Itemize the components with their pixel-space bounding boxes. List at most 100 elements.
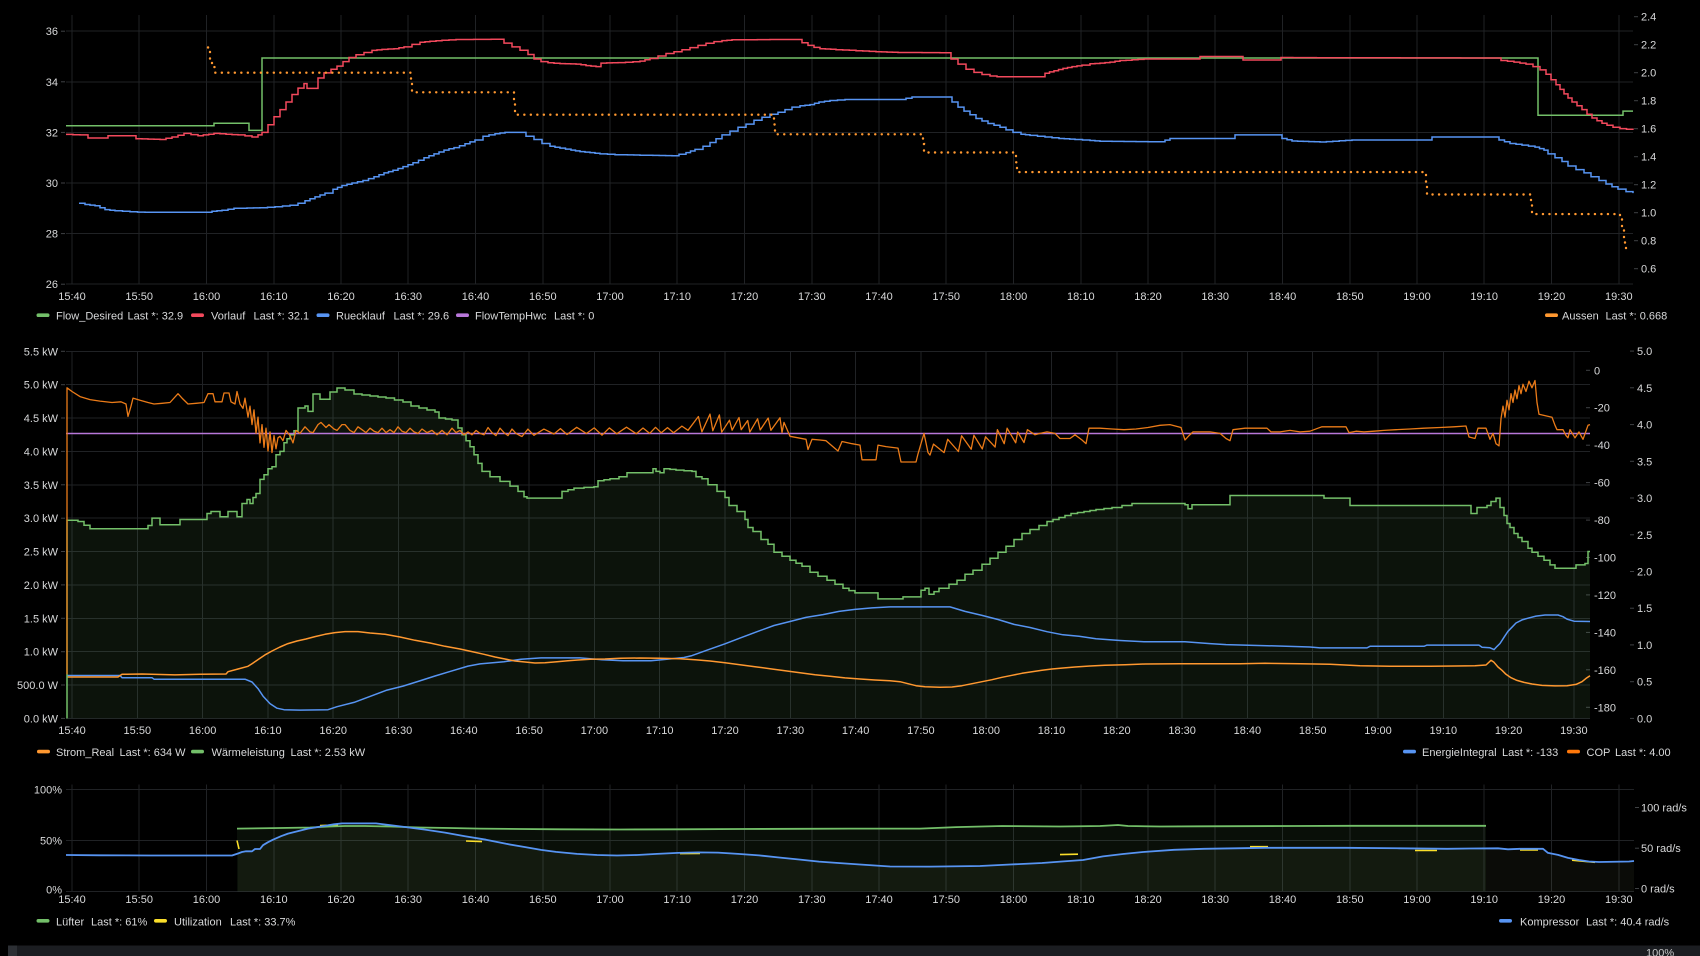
- svg-text:Last *: 32.1: Last *: 32.1: [254, 311, 310, 323]
- svg-text:17:10: 17:10: [663, 894, 691, 906]
- svg-text:18:50: 18:50: [1299, 725, 1327, 737]
- svg-text:Last *: 0: Last *: 0: [554, 311, 594, 323]
- svg-text:18:20: 18:20: [1134, 894, 1162, 906]
- svg-text:Last *: 0.668: Last *: 0.668: [1606, 311, 1668, 323]
- svg-text:1.0: 1.0: [1637, 640, 1652, 652]
- svg-text:28: 28: [46, 229, 58, 241]
- svg-text:16:20: 16:20: [327, 894, 355, 906]
- svg-text:30: 30: [46, 178, 58, 190]
- svg-text:EnergieIntegral: EnergieIntegral: [1422, 747, 1497, 759]
- svg-text:18:30: 18:30: [1168, 725, 1196, 737]
- svg-text:1.8: 1.8: [1641, 96, 1656, 108]
- svg-text:Last *: -133: Last *: -133: [1502, 747, 1558, 759]
- svg-text:17:50: 17:50: [907, 725, 935, 737]
- svg-text:16:30: 16:30: [385, 725, 413, 737]
- svg-text:3.0 kW: 3.0 kW: [24, 513, 59, 525]
- svg-text:1.6: 1.6: [1641, 124, 1656, 136]
- svg-text:18:30: 18:30: [1201, 894, 1229, 906]
- svg-text:32: 32: [46, 127, 58, 139]
- svg-text:4.0: 4.0: [1637, 420, 1652, 432]
- svg-text:19:00: 19:00: [1403, 291, 1431, 303]
- svg-text:19:20: 19:20: [1538, 291, 1566, 303]
- svg-text:17:30: 17:30: [798, 894, 826, 906]
- svg-text:Last *: 32.9: Last *: 32.9: [128, 311, 184, 323]
- svg-text:2.2: 2.2: [1641, 40, 1656, 52]
- svg-text:Last *: 33.7%: Last *: 33.7%: [230, 917, 296, 929]
- svg-text:15:40: 15:40: [58, 894, 86, 906]
- svg-text:18:10: 18:10: [1038, 725, 1066, 737]
- svg-text:16:00: 16:00: [193, 291, 221, 303]
- svg-text:4.0 kW: 4.0 kW: [24, 446, 59, 458]
- svg-text:100 rad/s: 100 rad/s: [1641, 803, 1687, 815]
- svg-text:Last *: 634 W: Last *: 634 W: [120, 747, 187, 759]
- svg-text:3.5 kW: 3.5 kW: [24, 480, 59, 492]
- svg-text:19:30: 19:30: [1560, 725, 1588, 737]
- svg-text:Vorlauf: Vorlauf: [211, 311, 246, 323]
- svg-text:17:20: 17:20: [731, 291, 759, 303]
- svg-text:0.8: 0.8: [1641, 236, 1656, 248]
- svg-text:5.0: 5.0: [1637, 346, 1652, 358]
- svg-text:1.2: 1.2: [1641, 180, 1656, 192]
- svg-text:0: 0: [1594, 365, 1600, 377]
- svg-text:34: 34: [46, 77, 58, 89]
- svg-text:17:40: 17:40: [865, 291, 893, 303]
- svg-text:17:10: 17:10: [663, 291, 691, 303]
- svg-text:18:50: 18:50: [1336, 894, 1364, 906]
- svg-text:17:00: 17:00: [581, 725, 609, 737]
- svg-text:16:20: 16:20: [319, 725, 347, 737]
- svg-text:16:40: 16:40: [462, 291, 490, 303]
- svg-text:18:10: 18:10: [1067, 291, 1095, 303]
- svg-text:18:40: 18:40: [1269, 894, 1297, 906]
- svg-text:Last *: 61%: Last *: 61%: [91, 917, 147, 929]
- svg-text:-180: -180: [1594, 702, 1616, 714]
- svg-text:Last *: 29.6: Last *: 29.6: [394, 311, 450, 323]
- svg-text:50 rad/s: 50 rad/s: [1641, 843, 1681, 855]
- svg-text:15:50: 15:50: [124, 725, 152, 737]
- svg-text:3.5: 3.5: [1637, 456, 1652, 468]
- svg-text:18:20: 18:20: [1134, 291, 1162, 303]
- svg-text:Aussen: Aussen: [1562, 311, 1599, 323]
- svg-text:-140: -140: [1594, 627, 1616, 639]
- svg-text:-100: -100: [1594, 553, 1616, 565]
- svg-text:18:40: 18:40: [1269, 291, 1297, 303]
- svg-text:-160: -160: [1594, 665, 1616, 677]
- svg-text:3.0: 3.0: [1637, 493, 1652, 505]
- svg-text:19:20: 19:20: [1495, 725, 1523, 737]
- svg-text:19:20: 19:20: [1538, 894, 1566, 906]
- svg-text:19:00: 19:00: [1364, 725, 1392, 737]
- svg-text:18:00: 18:00: [1000, 291, 1028, 303]
- svg-text:0.0 kW: 0.0 kW: [24, 713, 59, 725]
- svg-text:18:10: 18:10: [1067, 894, 1095, 906]
- svg-text:16:50: 16:50: [515, 725, 543, 737]
- svg-text:15:50: 15:50: [125, 291, 153, 303]
- svg-text:100%: 100%: [1646, 948, 1674, 956]
- svg-text:19:10: 19:10: [1430, 725, 1458, 737]
- svg-text:17:40: 17:40: [865, 894, 893, 906]
- svg-text:4.5 kW: 4.5 kW: [24, 413, 59, 425]
- svg-text:Last *: 40.4 rad/s: Last *: 40.4 rad/s: [1586, 917, 1670, 929]
- svg-text:1.4: 1.4: [1641, 152, 1656, 164]
- svg-text:16:10: 16:10: [254, 725, 282, 737]
- svg-text:18:20: 18:20: [1103, 725, 1131, 737]
- svg-text:16:50: 16:50: [529, 894, 557, 906]
- svg-text:19:10: 19:10: [1470, 894, 1498, 906]
- svg-text:Flow_Desired: Flow_Desired: [56, 311, 123, 323]
- svg-text:-20: -20: [1594, 403, 1610, 415]
- svg-text:17:00: 17:00: [596, 894, 624, 906]
- svg-text:16:10: 16:10: [260, 894, 288, 906]
- svg-text:17:30: 17:30: [777, 725, 805, 737]
- svg-text:16:30: 16:30: [394, 894, 422, 906]
- svg-text:18:00: 18:00: [972, 725, 1000, 737]
- svg-text:16:00: 16:00: [189, 725, 217, 737]
- svg-text:17:10: 17:10: [646, 725, 674, 737]
- svg-text:2.0 kW: 2.0 kW: [24, 580, 59, 592]
- svg-text:16:40: 16:40: [462, 894, 490, 906]
- svg-text:Ruecklauf: Ruecklauf: [336, 311, 386, 323]
- svg-text:17:50: 17:50: [932, 291, 960, 303]
- svg-text:17:00: 17:00: [596, 291, 624, 303]
- svg-text:17:30: 17:30: [798, 291, 826, 303]
- svg-text:16:00: 16:00: [193, 894, 221, 906]
- svg-text:2.4: 2.4: [1641, 12, 1656, 24]
- svg-text:2.5 kW: 2.5 kW: [24, 547, 59, 559]
- svg-text:0.6: 0.6: [1641, 264, 1656, 276]
